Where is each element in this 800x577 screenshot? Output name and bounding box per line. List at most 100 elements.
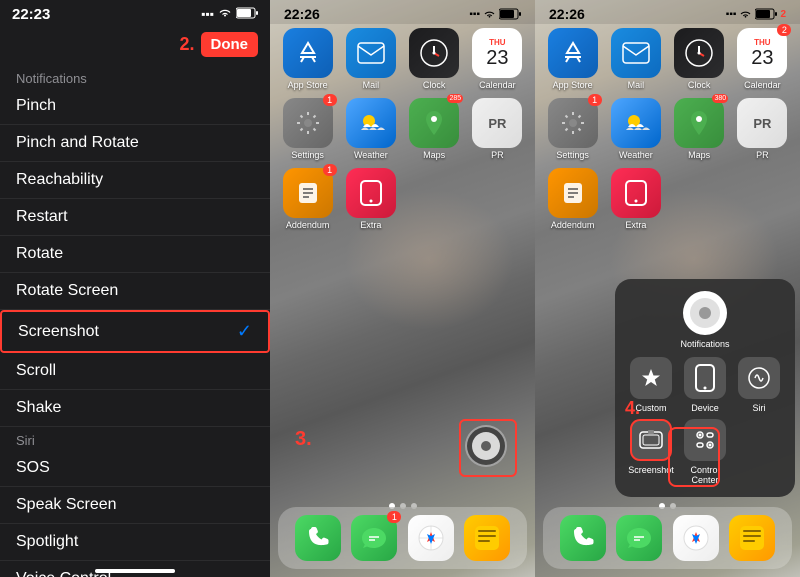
phone-status-icons-mid: ▪▪▪ xyxy=(469,8,521,20)
popup-label-custom: Custom xyxy=(635,403,666,413)
assistive-touch-button[interactable] xyxy=(465,425,507,467)
menu-item-rotate[interactable]: Rotate xyxy=(0,236,270,273)
app-label-pr-r: PR xyxy=(756,150,769,160)
app-clock-r[interactable]: Clock xyxy=(672,28,727,90)
app-calendar[interactable]: THU 23 Calendar xyxy=(470,28,525,90)
dock-messages[interactable]: 1 xyxy=(351,515,397,561)
app-icon-mail-r xyxy=(611,28,661,78)
signal-icon: ▪▪▪ xyxy=(201,7,214,21)
app-pr-r[interactable]: PR PR xyxy=(735,98,790,160)
menu-item-pinch-rotate[interactable]: Pinch and Rotate xyxy=(0,125,270,162)
app-icon-clock xyxy=(409,28,459,78)
app-label-mail: Mail xyxy=(363,80,380,90)
menu-item-sos[interactable]: SOS xyxy=(0,450,270,487)
menu-item-rotate-screen[interactable]: 1 Rotate Screen xyxy=(0,273,270,310)
app-badge-maps-r: 380 xyxy=(712,94,728,103)
menu-item-screenshot[interactable]: Screenshot ✓ xyxy=(0,310,270,353)
app-appstore[interactable]: App Store xyxy=(280,28,335,90)
popup-icon-siri xyxy=(738,357,780,399)
app-label-mail-r: Mail xyxy=(628,80,645,90)
time-left: 22:23 xyxy=(12,6,50,23)
app-grid-row2-mid: 1 Settings Weather 285 Maps xyxy=(270,98,535,168)
app-settings-r[interactable]: 1 Settings xyxy=(545,98,600,160)
app-label-maps: Maps xyxy=(423,150,445,160)
app-pr[interactable]: PR PR xyxy=(470,98,525,160)
app-icon-pr: PR xyxy=(472,98,522,148)
dock-notes[interactable] xyxy=(464,515,510,561)
dock-messages-r[interactable] xyxy=(616,515,662,561)
battery-mid-icon xyxy=(499,8,521,20)
app-label-settings-r: Settings xyxy=(556,150,589,160)
app-icon-addendum-r xyxy=(548,168,598,218)
assistive-touch-popup: Notifications Custom Device xyxy=(615,279,795,497)
app-icon-calendar-r: 2 THU 23 xyxy=(737,28,787,78)
app-extra-r[interactable]: Extra xyxy=(608,168,663,230)
left-settings-panel: 22:23 ▪▪▪ 2. Done Notifications Pinch Pi… xyxy=(0,0,270,577)
menu-item-spotlight[interactable]: Spotlight xyxy=(0,524,270,561)
popup-item-control-center[interactable]: Control Center xyxy=(681,419,729,485)
status-bar-right: 22:26 ▪▪▪ 2 xyxy=(535,0,800,24)
app-label-extra-r: Extra xyxy=(625,220,646,230)
dock-safari-r[interactable] xyxy=(673,515,719,561)
app-maps-r[interactable]: 380 Maps xyxy=(672,98,727,160)
app-maps[interactable]: 285 Maps xyxy=(407,98,462,160)
mid-phone-panel: 22:26 ▪▪▪ App Store Mail xyxy=(270,0,535,577)
menu-item-pinch[interactable]: Pinch xyxy=(0,88,270,125)
app-label-addendum: Addendum xyxy=(286,220,330,230)
app-icon-weather xyxy=(346,98,396,148)
popup-at-inner xyxy=(690,298,720,328)
popup-at-icon xyxy=(683,291,727,335)
app-icon-maps: 285 xyxy=(409,98,459,148)
dock-phone[interactable] xyxy=(295,515,341,561)
step3-label: 3. xyxy=(295,428,312,451)
app-appstore-r[interactable]: App Store xyxy=(545,28,600,90)
dock-messages-badge: 1 xyxy=(387,511,401,523)
status-icons-left: ▪▪▪ xyxy=(201,7,258,22)
dock-notes-r[interactable] xyxy=(729,515,775,561)
popup-label-control-center: Control Center xyxy=(681,465,729,485)
app-mail[interactable]: Mail xyxy=(343,28,398,90)
app-icon-maps-r: 380 xyxy=(674,98,724,148)
wifi-right-icon xyxy=(739,10,752,19)
app-label-weather: Weather xyxy=(354,150,388,160)
popup-icon-control-center xyxy=(684,419,726,461)
app-icon-pr-r: PR xyxy=(737,98,787,148)
app-badge-addendum: 1 xyxy=(323,164,337,176)
app-grid-row2-right: 1 Settings Weather 380 Maps xyxy=(535,98,800,168)
popup-notifications-label: Notifications xyxy=(680,339,729,349)
popup-item-siri[interactable]: Siri xyxy=(735,357,783,413)
battery-right-icon xyxy=(755,8,777,20)
app-grid-row3-mid: 1 Addendum Extra xyxy=(270,168,535,238)
app-weather[interactable]: Weather xyxy=(343,98,398,160)
battery-icon-left xyxy=(236,7,258,22)
popup-icon-device xyxy=(684,357,726,399)
section-header-notifications: Notifications xyxy=(0,65,270,88)
app-extra[interactable]: Extra xyxy=(343,168,398,230)
checkmark-icon: ✓ xyxy=(237,321,252,342)
menu-item-shake[interactable]: Shake xyxy=(0,390,270,427)
app-settings[interactable]: 1 Settings xyxy=(280,98,335,160)
app-addendum[interactable]: 1 Addendum xyxy=(280,168,335,230)
menu-item-speak-screen[interactable]: Speak Screen xyxy=(0,487,270,524)
done-button[interactable]: Done xyxy=(201,32,259,57)
app-addendum-r[interactable]: Addendum xyxy=(545,168,600,230)
app-mail-r[interactable]: Mail xyxy=(608,28,663,90)
app-badge-settings-r: 1 xyxy=(588,94,602,106)
app-calendar-r[interactable]: 2 THU 23 Calendar xyxy=(735,28,790,90)
popup-item-device[interactable]: Device xyxy=(681,357,729,413)
popup-item-screenshot[interactable]: Screenshot xyxy=(627,419,675,485)
dock-phone-r[interactable] xyxy=(560,515,606,561)
scrollbar[interactable] xyxy=(95,569,175,573)
menu-item-scroll[interactable]: Scroll xyxy=(0,353,270,390)
app-weather-r[interactable]: Weather xyxy=(608,98,663,160)
app-clock[interactable]: Clock xyxy=(407,28,462,90)
dock-safari[interactable] xyxy=(408,515,454,561)
app-label-addendum-r: Addendum xyxy=(551,220,595,230)
signal-mid-icon: ▪▪▪ xyxy=(469,9,480,20)
menu-item-reachability[interactable]: Reachability xyxy=(0,162,270,199)
app-grid-row3-right: Addendum Extra xyxy=(535,168,800,238)
app-label-settings: Settings xyxy=(291,150,324,160)
menu-item-restart[interactable]: Restart xyxy=(0,199,270,236)
popup-icon-screenshot xyxy=(630,419,672,461)
app-icon-appstore xyxy=(283,28,333,78)
